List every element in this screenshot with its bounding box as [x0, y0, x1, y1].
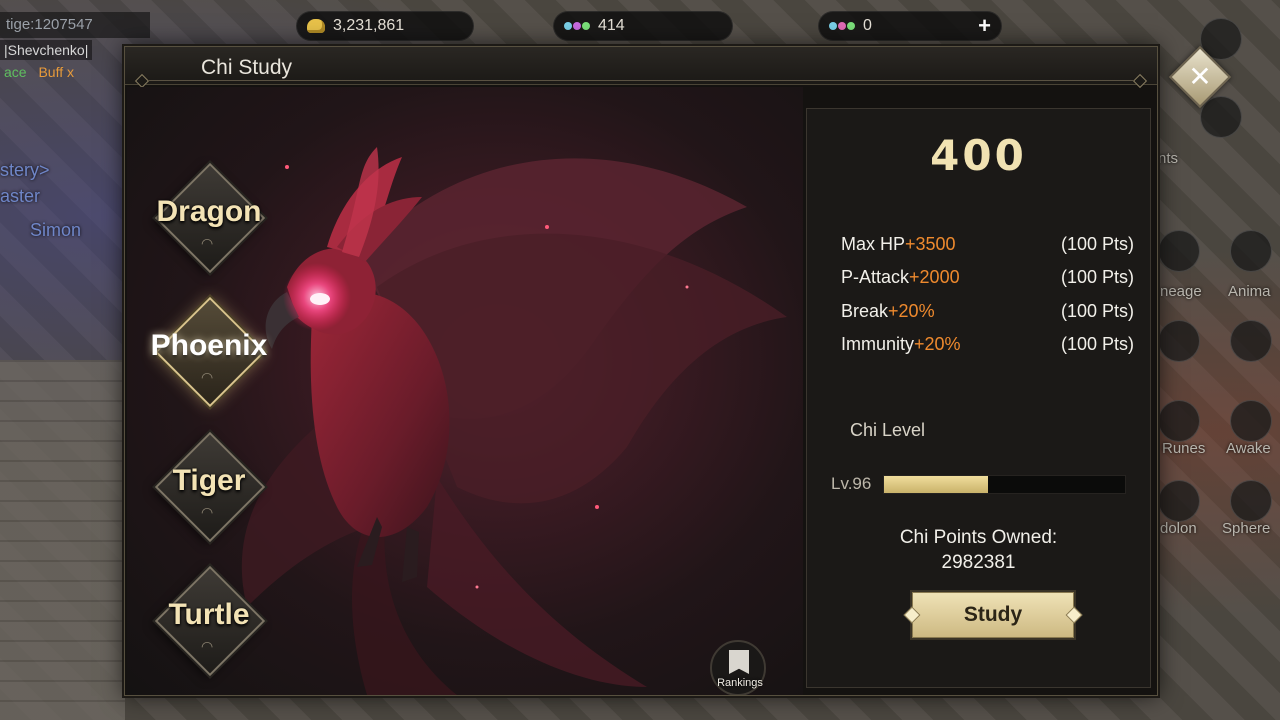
gem-currency: 414 — [553, 11, 733, 41]
rankings-banner-icon — [729, 650, 749, 674]
panel-title: Chi Study — [201, 56, 293, 79]
runes-icon[interactable] — [1158, 400, 1200, 442]
buff-text: Buff x — [38, 64, 75, 80]
chi-level-label: Chi Level — [850, 420, 926, 440]
chi-dragon-label: Dragon — [156, 195, 262, 228]
bonus-value: +20% — [914, 334, 961, 354]
side-label: Runes — [1162, 440, 1206, 457]
chi-turtle-label: Turtle — [168, 598, 250, 631]
bonus-points: (100 Pts) — [1060, 301, 1134, 321]
anima-icon[interactable] — [1230, 230, 1272, 272]
chi-points-owned: Chi Points Owned: 2982381 — [807, 525, 1150, 575]
side-label: dolon — [1160, 520, 1197, 537]
level-progress-bar — [883, 475, 1126, 494]
gem-amount: 414 — [598, 17, 625, 34]
bonus-stat: Immunity — [841, 334, 915, 354]
settings-gear-icon[interactable] — [1200, 96, 1242, 138]
world-label: aster — [0, 186, 41, 206]
bonus-value: +3500 — [905, 234, 956, 254]
gold-currency: 3,231,861 — [296, 11, 474, 41]
chi-tiger-label: Tiger — [172, 464, 246, 497]
rankings-label: Rankings — [717, 677, 763, 689]
phoenix-artwork: ◠ Dragon ◠ Phoenix ◠ Tiger ◠ Turtle Rank… — [127, 87, 803, 695]
header-divider — [149, 80, 1133, 81]
world-label: stery> — [0, 160, 50, 180]
chi-dragon-button[interactable]: ◠ Dragon — [129, 157, 289, 277]
player-name: |Shevchenko| — [0, 40, 93, 60]
study-button[interactable]: Study — [912, 592, 1074, 638]
close-icon: ✕ — [1188, 61, 1212, 92]
study-button-label: Study — [963, 603, 1023, 626]
chi-phoenix-button[interactable]: ◠ Phoenix — [129, 291, 289, 411]
chi-tiger-button[interactable]: ◠ Tiger — [129, 426, 289, 546]
bonus-row-p-attack: P-Attack+2000 (100 Pts) — [841, 267, 1134, 288]
power-icon[interactable] — [1230, 320, 1272, 362]
chi-score: 400 — [930, 131, 1027, 180]
panel-header: Chi Study — [125, 47, 1157, 89]
diamond-currency: 0 + — [818, 11, 1002, 41]
chi-turtle-button[interactable]: ◠ Turtle — [129, 560, 289, 680]
bonus-points: (100 Pts) — [1060, 267, 1134, 287]
sphere-icon[interactable] — [1230, 480, 1272, 522]
lineage-icon[interactable] — [1158, 230, 1200, 272]
gem-icon — [564, 22, 590, 30]
awake-icon[interactable] — [1230, 400, 1272, 442]
bonus-points: (100 Pts) — [1060, 334, 1134, 354]
gold-amount: 3,231,861 — [333, 17, 405, 34]
swirl-icon: ◠ — [201, 638, 214, 654]
bonus-stat: Break — [841, 301, 889, 321]
bonus-row-max-hp: Max HP+3500 (100 Pts) — [841, 234, 1134, 255]
diamond-icon — [829, 22, 855, 30]
side-label: Anima — [1228, 283, 1271, 300]
trojan-icon[interactable] — [1158, 320, 1200, 362]
swirl-icon: ◠ — [201, 369, 214, 385]
bonus-value: +2000 — [909, 267, 960, 287]
side-label: nts — [1158, 150, 1179, 167]
swirl-icon: ◠ — [201, 235, 214, 251]
chi-study-panel: Chi Study ◠ Dragon ◠ Phoenix ◠ Tiger ◠ T… — [124, 46, 1158, 696]
bonus-row-immunity: Immunity+20% (100 Pts) — [841, 334, 1134, 355]
gold-coin-icon — [307, 19, 325, 33]
add-diamonds-button[interactable]: + — [978, 13, 991, 39]
level-text: Lv.96 — [831, 474, 872, 493]
prestige-display: tige:1207547 — [0, 12, 150, 38]
bonus-row-break: Break+20% (100 Pts) — [841, 301, 1134, 322]
diamond-amount: 0 — [863, 17, 872, 34]
chi-stats-panel: 400 Max HP+3500 (100 Pts) P-Attack+2000 … — [806, 108, 1151, 688]
side-label: Sphere — [1222, 520, 1271, 537]
status-text: ace — [4, 64, 27, 80]
bonus-points: (100 Pts) — [1060, 234, 1134, 254]
header-ornament — [134, 73, 150, 89]
world-label: Simon — [30, 220, 82, 240]
idolon-icon[interactable] — [1158, 480, 1200, 522]
rankings-button[interactable]: Rankings — [710, 640, 766, 695]
bonus-stat: Max HP — [841, 234, 906, 254]
swirl-icon: ◠ — [201, 504, 214, 520]
side-label: neage — [1160, 283, 1202, 300]
world-wall — [0, 360, 125, 720]
side-label: Awake — [1226, 440, 1271, 457]
bonus-stat: P-Attack — [841, 267, 910, 287]
points-owned-value: 2982381 — [941, 552, 1016, 573]
player-nameplate: |Shevchenko| ace Buff x — [0, 40, 93, 82]
level-progress-fill — [884, 476, 988, 493]
points-owned-label: Chi Points Owned: — [899, 527, 1058, 548]
chi-phoenix-label: Phoenix — [150, 329, 268, 362]
bonus-value: +20% — [888, 301, 935, 321]
header-ornament — [1132, 73, 1148, 89]
